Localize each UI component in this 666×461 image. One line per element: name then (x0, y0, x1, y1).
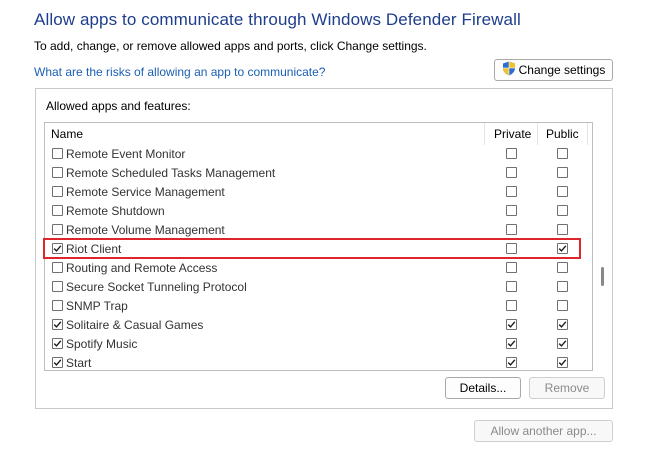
list-item[interactable]: Spotify Music (45, 335, 592, 354)
list-item[interactable]: SNMP Trap (45, 297, 592, 316)
public-checkbox[interactable] (557, 281, 568, 292)
allow-another-app-button[interactable]: Allow another app... (474, 420, 613, 442)
public-checkbox[interactable] (557, 205, 568, 216)
enable-checkbox[interactable] (52, 357, 63, 368)
list-item[interactable]: Remote Event Monitor (45, 145, 592, 164)
app-name: Remote Shutdown (66, 204, 165, 218)
public-checkbox[interactable] (557, 300, 568, 311)
list-scrollbar[interactable] (598, 122, 607, 371)
public-checkbox[interactable] (557, 338, 568, 349)
details-button[interactable]: Details... (445, 377, 521, 399)
app-name: Secure Socket Tunneling Protocol (66, 280, 247, 294)
private-checkbox[interactable] (506, 186, 517, 197)
enable-checkbox[interactable] (52, 338, 63, 349)
scrollbar-thumb[interactable] (601, 267, 604, 286)
enable-checkbox[interactable] (52, 205, 63, 216)
app-name: Remote Volume Management (66, 223, 225, 237)
list-item[interactable]: Remote Service Management (45, 183, 592, 202)
enable-checkbox[interactable] (52, 281, 63, 292)
risks-link[interactable]: What are the risks of allowing an app to… (34, 65, 325, 79)
remove-button[interactable]: Remove (529, 377, 605, 399)
app-name: Solitaire & Casual Games (66, 318, 204, 332)
page-subtitle: To add, change, or remove allowed apps a… (34, 39, 427, 53)
column-header-name[interactable]: Name (51, 127, 83, 141)
page-title: Allow apps to communicate through Window… (34, 10, 521, 29)
enable-checkbox[interactable] (52, 224, 63, 235)
enable-checkbox[interactable] (52, 319, 63, 330)
list-item[interactable]: Remote Scheduled Tasks Management (45, 164, 592, 183)
private-checkbox[interactable] (506, 205, 517, 216)
enable-checkbox[interactable] (52, 262, 63, 273)
public-checkbox[interactable] (557, 319, 568, 330)
private-checkbox[interactable] (506, 167, 517, 178)
app-name: Routing and Remote Access (66, 261, 218, 275)
list-item[interactable]: Remote Shutdown (45, 202, 592, 221)
column-header-public[interactable]: Public (546, 127, 579, 141)
public-checkbox[interactable] (557, 262, 568, 273)
enable-checkbox[interactable] (52, 148, 63, 159)
column-separator (587, 123, 588, 145)
private-checkbox[interactable] (506, 300, 517, 311)
app-name: Remote Service Management (66, 185, 225, 199)
column-header-private[interactable]: Private (494, 127, 531, 141)
column-separator (537, 123, 538, 145)
private-checkbox[interactable] (506, 224, 517, 235)
public-checkbox[interactable] (557, 186, 568, 197)
private-checkbox[interactable] (506, 281, 517, 292)
private-checkbox[interactable] (506, 357, 517, 368)
private-checkbox[interactable] (506, 338, 517, 349)
enable-checkbox[interactable] (52, 186, 63, 197)
private-checkbox[interactable] (506, 319, 517, 330)
app-name: Remote Scheduled Tasks Management (66, 166, 276, 180)
list-header: Name Private Public (45, 123, 592, 145)
private-checkbox[interactable] (506, 262, 517, 273)
list-item[interactable]: Secure Socket Tunneling Protocol (45, 278, 592, 297)
enable-checkbox[interactable] (52, 167, 63, 178)
change-settings-button[interactable]: Change settings (494, 59, 613, 81)
uac-shield-icon (502, 61, 516, 79)
app-name: Spotify Music (66, 337, 138, 351)
app-name: SNMP Trap (66, 299, 128, 313)
app-name: Start (66, 356, 92, 370)
column-separator (484, 123, 485, 145)
list-item[interactable]: Solitaire & Casual Games (45, 316, 592, 335)
allowed-apps-label: Allowed apps and features: (46, 99, 191, 113)
public-checkbox[interactable] (557, 148, 568, 159)
list-item[interactable]: Routing and Remote Access (45, 259, 592, 278)
highlight-box (43, 238, 581, 259)
list-item[interactable]: Start (45, 354, 592, 370)
public-checkbox[interactable] (557, 224, 568, 235)
enable-checkbox[interactable] (52, 300, 63, 311)
app-name: Remote Event Monitor (66, 147, 186, 161)
public-checkbox[interactable] (557, 167, 568, 178)
change-settings-label: Change settings (518, 63, 606, 77)
private-checkbox[interactable] (506, 148, 517, 159)
public-checkbox[interactable] (557, 357, 568, 368)
